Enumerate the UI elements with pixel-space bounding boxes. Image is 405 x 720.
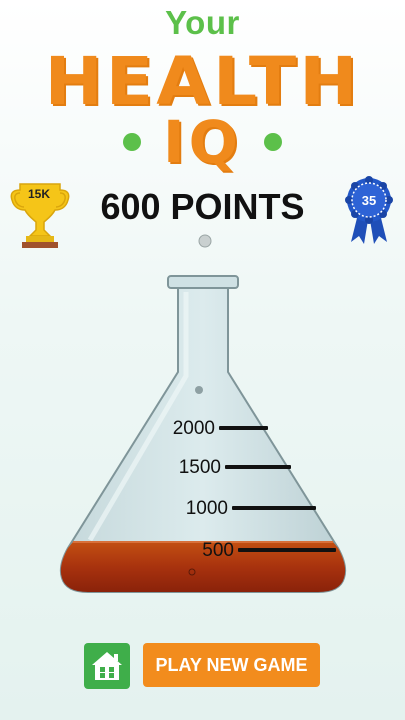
scale-line-2000 — [219, 426, 268, 430]
green-dot-left — [123, 133, 142, 151]
title-iq-row: IQ — [0, 112, 405, 172]
points-score: 600 POINTS — [100, 186, 305, 227]
home-button[interactable] — [84, 643, 130, 689]
green-dot-right — [263, 133, 282, 151]
ribbon-label: 35 — [361, 193, 377, 208]
home-icon — [92, 652, 122, 680]
scale-line-1500 — [225, 465, 291, 469]
scale-mark-2000: 2000 — [172, 418, 215, 439]
scale-mark-1500: 1500 — [178, 457, 221, 478]
scale-mark-500: 500 — [202, 540, 234, 561]
scale-line-1000 — [232, 506, 316, 510]
title-your: Your — [165, 4, 240, 41]
scale-mark-1000: 1000 — [185, 498, 228, 519]
play-new-game-button[interactable]: PLAY NEW GAME — [143, 643, 320, 687]
trophy-label: 15K — [27, 187, 50, 201]
scale-line-500 — [238, 548, 336, 552]
title-iq: IQ — [163, 108, 242, 176]
